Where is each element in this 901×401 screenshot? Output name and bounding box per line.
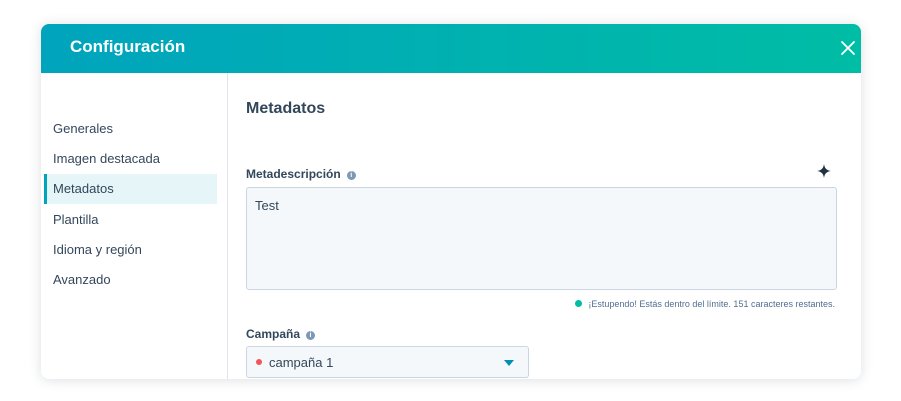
- info-icon[interactable]: i: [346, 171, 356, 180]
- settings-content: Metadatos Metadescripción i Test ¡Estupen…: [228, 73, 861, 379]
- campaign-select[interactable]: campaña 1: [246, 346, 529, 378]
- campaign-color-dot: [256, 359, 262, 365]
- sidebar-item-generales[interactable]: Generales: [44, 114, 217, 144]
- meta-description-label-text: Metadescripción: [246, 167, 341, 181]
- caret-down-icon: [504, 360, 514, 366]
- settings-modal: Configuración Generales Imagen destacada…: [41, 24, 861, 379]
- sidebar-item-imagen-destacada[interactable]: Imagen destacada: [44, 144, 217, 174]
- campaign-label-text: Campaña: [246, 327, 301, 341]
- sparkle-icon[interactable]: [817, 164, 831, 178]
- meta-description-label: Metadescripción i: [246, 167, 356, 181]
- campaign-selected-value: campaña 1: [269, 355, 334, 370]
- info-icon[interactable]: i: [306, 331, 316, 340]
- sidebar-item-idioma-region[interactable]: Idioma y región: [44, 235, 217, 265]
- settings-sidebar: Generales Imagen destacada Metadatos Pla…: [41, 73, 228, 379]
- sidebar-item-avanzado[interactable]: Avanzado: [44, 265, 217, 295]
- modal-header: Configuración: [41, 24, 861, 73]
- meta-description-textarea[interactable]: Test: [246, 187, 837, 290]
- status-text: ¡Estupendo! Estás dentro del límite. 151…: [588, 299, 835, 309]
- status-dot-icon: [575, 300, 583, 307]
- sidebar-item-plantilla[interactable]: Plantilla: [44, 205, 217, 235]
- sidebar-item-metadatos[interactable]: Metadatos: [44, 174, 217, 204]
- section-title: Metadatos: [246, 100, 326, 117]
- modal-title: Configuración: [70, 37, 186, 56]
- campaign-label: Campaña i: [246, 327, 316, 341]
- close-icon[interactable]: [835, 35, 861, 61]
- character-count-status: ¡Estupendo! Estás dentro del límite. 151…: [575, 299, 835, 309]
